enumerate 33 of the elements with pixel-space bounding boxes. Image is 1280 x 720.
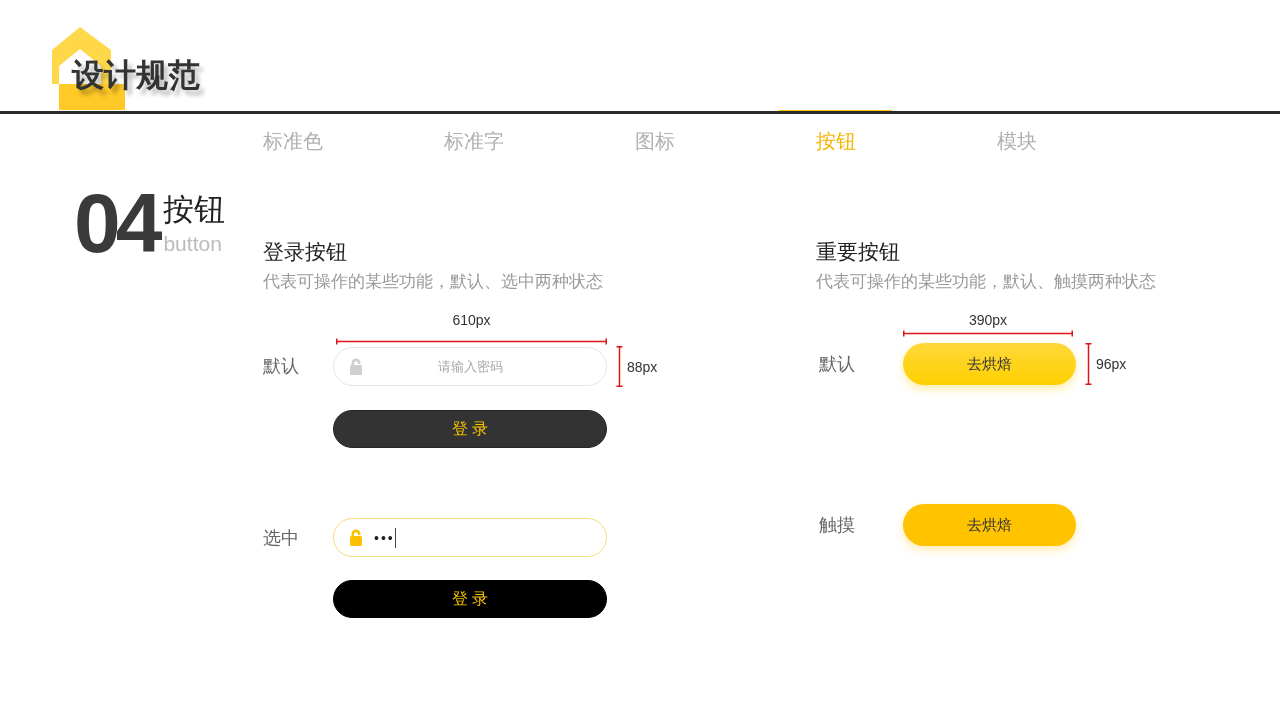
padlock-icon (350, 529, 362, 546)
height-dimension-line (1085, 343, 1092, 385)
primary-button[interactable]: 去烘焙 (903, 343, 1076, 385)
padlock-icon (350, 358, 362, 375)
group-description: 代表可操作的某些功能，默认、选中两种状态 (263, 271, 604, 293)
height-dimension-label: 88px (627, 358, 658, 375)
height-dimension-line (616, 346, 623, 387)
login-button[interactable]: 登 录 (333, 410, 607, 448)
state-label: 默认 (263, 354, 299, 378)
state-label: 选中 (263, 526, 299, 550)
tab[interactable]: 图标 (598, 110, 711, 157)
text-cursor (394, 527, 397, 548)
password-field[interactable]: 请输入密码 (333, 347, 607, 386)
state-label: 触摸 (819, 514, 855, 537)
tab[interactable]: 模块 (960, 110, 1073, 157)
section-number: 04 (74, 191, 158, 255)
group-title: 重要按钮 (816, 239, 901, 265)
group-description: 代表可操作的某些功能，默认、触摸两种状态 (816, 271, 1157, 293)
password-field[interactable]: ••• (333, 518, 607, 557)
group-title: 登录按钮 (263, 239, 348, 265)
tab[interactable]: 标准字 (417, 110, 530, 157)
state-label: 默认 (819, 353, 855, 376)
section-subtitle: button (163, 233, 223, 255)
width-dimension-label: 390px (968, 311, 1008, 329)
login-button[interactable]: 登 录 (333, 580, 607, 618)
tab[interactable]: 标准色 (236, 110, 349, 157)
tab[interactable]: 按钮 (779, 110, 892, 157)
password-dots: ••• (374, 529, 395, 546)
section-title: 按钮 (163, 193, 226, 227)
primary-button[interactable]: 去烘焙 (903, 504, 1076, 546)
width-dimension-label: 610px (452, 311, 491, 329)
height-dimension-label: 96px (1096, 356, 1127, 372)
placeholder-text: 请输入密码 (437, 357, 503, 376)
